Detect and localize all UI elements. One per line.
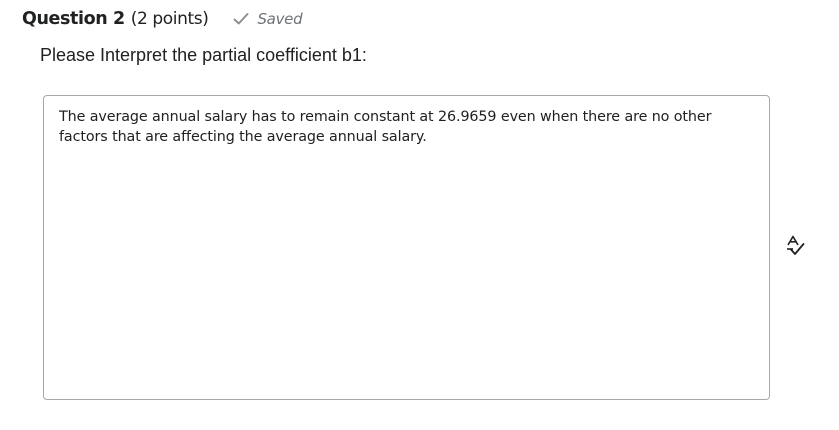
question-header: Question 2 (2 points) Saved xyxy=(22,7,303,31)
question-prompt: Please Interpret the partial coefficient… xyxy=(40,45,367,65)
check-icon xyxy=(233,12,249,26)
saved-label: Saved xyxy=(257,10,303,28)
question-title: Question 2 xyxy=(22,9,125,29)
saved-status: Saved xyxy=(233,10,303,28)
answer-text[interactable]: The average annual salary has to remain … xyxy=(59,107,749,147)
spellcheck-icon[interactable] xyxy=(785,235,805,257)
answer-textarea[interactable]: The average annual salary has to remain … xyxy=(43,95,770,400)
question-points: (2 points) xyxy=(130,9,209,29)
